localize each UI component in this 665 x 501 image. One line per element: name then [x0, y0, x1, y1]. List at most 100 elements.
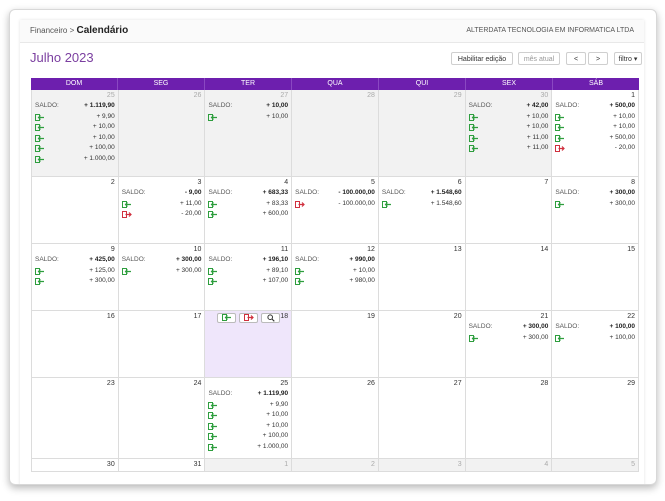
entry-row[interactable]: + 300,00 [468, 333, 548, 344]
entry-row[interactable]: + 980,00 [295, 276, 375, 287]
day-cell[interactable]: 28 [466, 378, 553, 458]
day-cell[interactable]: 4 SALDO: + 683,33 + 83,33 + 600,00 [205, 177, 293, 243]
income-icon [555, 124, 565, 132]
filter-dropdown[interactable]: filtro ▾ [614, 52, 642, 65]
entry-row[interactable]: + 100,00 [35, 143, 115, 154]
day-cell[interactable]: 8 SALDO: + 300,00 + 300,00 [552, 177, 640, 243]
day-cell[interactable]: 24 [119, 378, 206, 458]
entry-row[interactable]: + 125,00 [35, 266, 115, 277]
entry-row[interactable]: + 107,00 [208, 276, 288, 287]
entry-row[interactable]: + 10,00 [35, 133, 115, 144]
day-cell[interactable]: 13 [379, 244, 466, 310]
day-cell[interactable]: 21 SALDO: + 300,00 + 300,00 [466, 311, 553, 377]
day-cell[interactable]: 30 SALDO: + 42,00 + 10,00 + 10,00 + 11,00 + 11… [465, 90, 553, 176]
day-cell[interactable]: 18 [205, 311, 293, 377]
day-cell[interactable]: 17 [119, 311, 206, 377]
day-cell[interactable]: 15 [552, 244, 640, 310]
entry-row[interactable]: + 11,00 [468, 143, 548, 154]
day-cell[interactable]: 2 [31, 177, 119, 243]
day-number: 10 [193, 246, 202, 253]
entry-row[interactable]: + 10,00 [208, 421, 288, 432]
current-month-button[interactable]: mês atual [518, 52, 560, 65]
day-cell[interactable]: 1 [205, 459, 293, 471]
day-cell[interactable]: 2 [292, 459, 379, 471]
search-button[interactable] [261, 313, 281, 323]
entry-row[interactable]: + 10,00 [35, 122, 115, 133]
day-cell[interactable]: 27 SALDO: + 10,00 + 10,00 [205, 90, 293, 176]
prev-month-button[interactable]: < [566, 52, 586, 65]
entry-row[interactable]: + 10,00 [208, 410, 288, 421]
day-cell[interactable]: 20 [379, 311, 466, 377]
entry-row[interactable]: + 11,00 [468, 133, 548, 144]
day-cell[interactable]: 29 [552, 378, 640, 458]
entry-row[interactable]: + 100,00 [208, 431, 288, 442]
day-cell[interactable]: 30 [31, 459, 119, 471]
entry-row[interactable]: + 600,00 [208, 209, 288, 220]
day-cell[interactable]: 26 [292, 378, 379, 458]
day-cell[interactable]: 14 [466, 244, 553, 310]
day-cell[interactable]: 3 [378, 459, 466, 471]
day-cell[interactable]: 28 [292, 90, 379, 176]
day-cell[interactable]: 9 SALDO: + 425,00 + 125,00 + 300,00 [31, 244, 119, 310]
calendar-week: 25 SALDO: + 1.119,90 + 9,90 + 10,00 + 10,00 + … [31, 90, 640, 177]
entry-row[interactable]: - 100.000,00 [295, 199, 375, 210]
day-cell[interactable]: 5 [552, 459, 640, 471]
day-cell[interactable]: 29 [378, 90, 466, 176]
entry-row[interactable]: - 20,00 [121, 209, 201, 220]
breadcrumb-parent[interactable]: Financeiro [30, 26, 67, 35]
day-cell[interactable]: 26 [118, 90, 206, 176]
day-cell[interactable]: 23 [31, 378, 119, 458]
enable-edit-button[interactable]: Habilitar edição [451, 52, 513, 65]
entry-row[interactable]: + 1.548,60 [381, 199, 462, 210]
entry-row[interactable]: + 1.000,00 [208, 442, 288, 453]
day-cell[interactable]: 3 SALDO: - 9,00 + 11,00 - 20,00 [119, 177, 206, 243]
entry-value: + 10,00 [353, 266, 375, 274]
day-cell[interactable]: 19 [292, 311, 379, 377]
entry-row[interactable]: + 9,90 [208, 400, 288, 411]
entry-row[interactable]: + 10,00 [468, 122, 548, 133]
page: Financeiro > Calendário ALTERDATA TECNOL… [20, 20, 644, 484]
add-income-button[interactable] [217, 313, 237, 323]
day-cell[interactable]: 7 [466, 177, 553, 243]
entry-row[interactable]: + 300,00 [555, 199, 635, 210]
entry-row[interactable]: + 1.000,00 [35, 154, 115, 165]
entry-value: + 11,00 [180, 199, 202, 207]
day-cell[interactable]: 22 SALDO: + 100,00 + 100,00 [552, 311, 640, 377]
entry-row[interactable]: + 9,90 [35, 112, 115, 123]
day-cell[interactable]: 4 [465, 459, 553, 471]
entry-row[interactable]: + 300,00 [121, 266, 202, 277]
day-cell[interactable]: 25 SALDO: + 1.119,90 + 9,90 + 10,00 + 10,00 + … [205, 378, 293, 458]
day-cell[interactable]: 27 [379, 378, 466, 458]
entry-row[interactable]: + 500,00 [555, 133, 635, 144]
income-icon [121, 267, 132, 275]
entry-row[interactable]: + 10,00 [208, 112, 288, 123]
day-cell[interactable]: 16 [31, 311, 119, 377]
entry-value: + 83,33 [266, 199, 289, 207]
day-cell[interactable]: 12 SALDO: + 990,00 + 10,00 + 980,00 [292, 244, 379, 310]
day-number: 25 [106, 92, 115, 99]
entry-row[interactable]: + 10,00 [468, 112, 548, 123]
entry-row[interactable]: + 10,00 [555, 112, 635, 123]
day-cell[interactable]: 11 SALDO: + 196,10 + 89,10 + 107,00 [205, 244, 293, 310]
entry-row[interactable]: + 11,00 [121, 199, 202, 210]
day-number: 26 [193, 92, 202, 99]
entry-row[interactable]: + 100,00 [555, 333, 635, 344]
day-cell[interactable]: 1 SALDO: + 500,00 + 10,00 + 10,00 + 500,00 - 2… [552, 90, 640, 176]
entry-row[interactable]: + 89,10 [208, 266, 288, 277]
day-number: 30 [106, 461, 115, 468]
day-cell[interactable]: 31 [119, 459, 206, 471]
income-icon [468, 334, 479, 342]
entry-row[interactable]: + 10,00 [295, 266, 375, 277]
entry-row[interactable]: + 83,33 [208, 199, 288, 210]
entry-value: + 300,00 [89, 277, 115, 285]
entry-row[interactable]: - 20,00 [555, 143, 635, 154]
entry-row[interactable]: + 300,00 [35, 276, 115, 287]
entry-row[interactable]: + 10,00 [555, 122, 635, 133]
day-cell[interactable]: 6 SALDO: + 1.548,60 + 1.548,60 [379, 177, 466, 243]
day-cell[interactable]: 10 SALDO: + 300,00 + 300,00 [119, 244, 206, 310]
day-cell[interactable]: 5 SALDO: - 100.000,00 - 100.000,00 [292, 177, 379, 243]
next-month-button[interactable]: > [588, 52, 608, 65]
add-expense-button[interactable] [239, 313, 259, 323]
day-cell[interactable]: 25 SALDO: + 1.119,90 + 9,90 + 10,00 + 10,00 + … [31, 90, 119, 176]
entry-value: + 300,00 [175, 266, 202, 274]
